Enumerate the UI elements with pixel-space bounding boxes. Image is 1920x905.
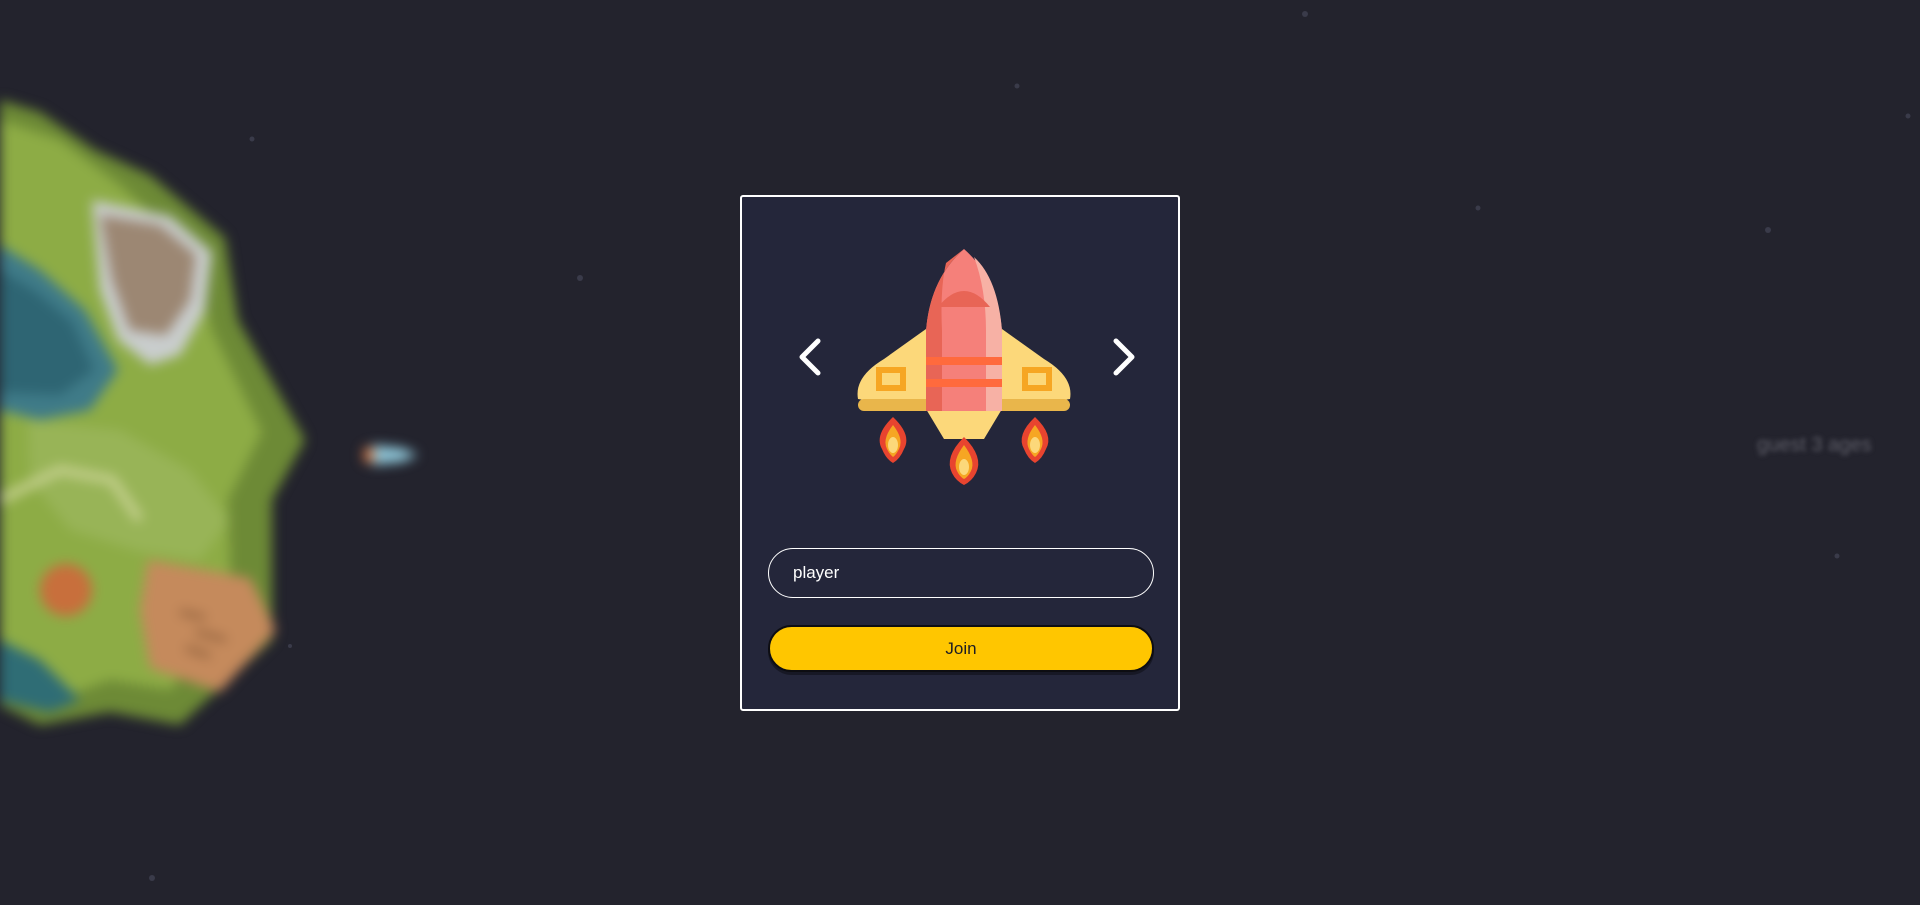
chevron-left-icon	[799, 338, 821, 376]
left-flame	[879, 417, 907, 463]
join-button[interactable]: Join	[768, 625, 1154, 672]
join-panel: Join	[740, 195, 1180, 711]
player-name-input[interactable]	[768, 548, 1154, 598]
prev-ship-button[interactable]	[786, 329, 834, 385]
rocket-ship-icon	[857, 249, 1071, 485]
small-ship-icon	[364, 445, 418, 465]
other-player-label: guest 3 ages	[1757, 434, 1872, 456]
chevron-right-icon	[1113, 338, 1135, 376]
planet-island-icon	[0, 100, 305, 725]
right-flame	[1021, 417, 1049, 463]
game-scene: guest 3 ages player Join	[0, 0, 1920, 905]
next-ship-button[interactable]	[1100, 329, 1148, 385]
center-flame	[949, 437, 979, 485]
